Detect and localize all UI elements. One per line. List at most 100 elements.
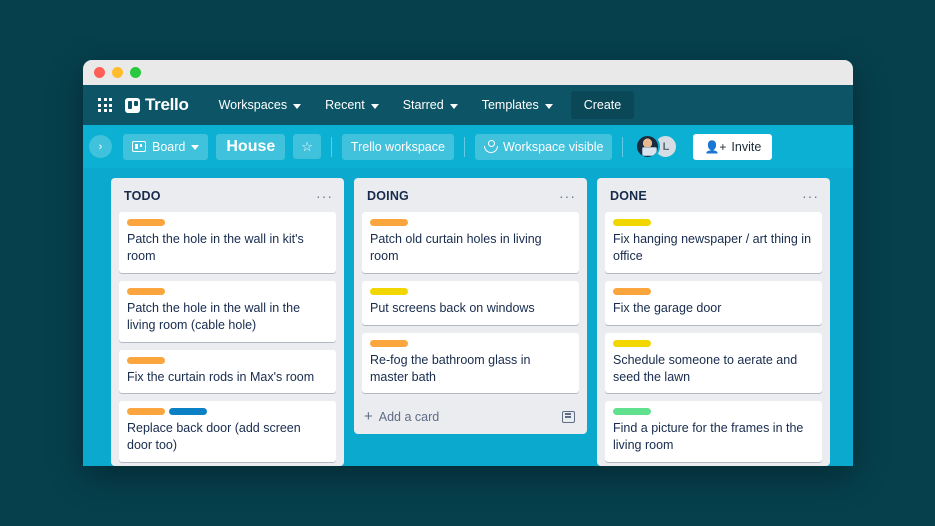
board-view-icon [132,141,146,152]
card-labels [370,287,571,295]
chevron-down-icon [449,103,458,109]
card-labels [370,339,571,347]
card-title: Re-fog the bathroom glass in master bath [370,352,531,384]
create-button[interactable]: Create [570,91,635,119]
trello-wordmark: Trello [145,95,189,114]
star-icon: ☆ [301,139,313,154]
card-label[interactable] [613,339,651,347]
card-title: Patch the hole in the wall in kit's room [127,232,304,263]
card[interactable]: Patch old curtain holes in living room [362,212,579,273]
list-cards[interactable]: Patch the hole in the wall in kit's room… [111,212,344,466]
card-label[interactable] [613,408,651,416]
card[interactable]: Schedule someone to aerate and seed the … [605,332,822,394]
board-view-switcher[interactable]: Board [123,133,209,160]
card-label[interactable] [127,287,165,295]
list-title: DONE [610,189,647,203]
close-window-button[interactable] [94,67,105,78]
sidebar-expand-button[interactable]: › [89,135,112,158]
divider [330,136,332,157]
card[interactable]: Fix hanging newspaper / art thing in off… [605,212,822,273]
board-title[interactable]: House [216,133,286,160]
card-label[interactable] [370,287,408,295]
card-label[interactable] [169,408,207,416]
visibility-label: Workspace visible [502,139,604,154]
card-label[interactable] [127,356,165,364]
card-labels [613,287,814,295]
star-board-button[interactable]: ☆ [293,134,321,159]
nav-item-recent[interactable]: Recent [315,92,389,118]
card-label[interactable] [613,219,651,226]
card-title: Find a picture for the frames in the liv… [613,421,804,453]
list-header: DOING ··· [354,178,587,212]
list-title: DOING [367,189,409,203]
card[interactable]: Find a picture for the frames in the liv… [605,401,822,463]
card-label[interactable] [613,287,651,295]
card[interactable]: Patch the hole in the wall in kit's room [119,212,336,273]
nav-item-label: Templates [481,98,539,112]
card[interactable]: Re-fog the bathroom glass in master bath [362,332,579,394]
add-card-button[interactable]: + Add a card [354,401,587,434]
card-label[interactable] [370,339,408,347]
nav-item-label: Workspaces [218,98,288,112]
trello-logo[interactable]: Trello [125,95,189,115]
nav-item-label: Recent [325,98,365,112]
add-person-icon: 👤+ [704,139,727,154]
card-title: Patch old curtain holes in living room [370,232,542,263]
board-members: L [635,134,679,159]
list-cards[interactable]: Fix hanging newspaper / art thing in off… [597,212,830,466]
chevron-down-icon [544,103,553,109]
card[interactable]: Patch the hole in the wall in the living… [119,280,336,342]
card-labels [127,219,328,226]
list-menu-icon[interactable]: ··· [316,189,333,203]
card-title: Fix the curtain rods in Max's room [127,369,315,384]
card-title: Schedule someone to aerate and seed the … [613,352,798,384]
window-titlebar [83,60,853,85]
list-done: DONE ··· Fix hanging newspaper / art thi… [597,178,830,466]
card[interactable]: Put screens back on windows [362,280,579,325]
plus-icon: + [364,408,373,426]
card-title: Put screens back on windows [370,300,535,315]
invite-button[interactable]: 👤+ Invite [693,133,773,160]
add-card-left: + Add a card [364,409,439,424]
card-labels [613,339,814,347]
list-menu-icon[interactable]: ··· [802,189,819,203]
list-cards[interactable]: Patch old curtain holes in living room P… [354,212,587,401]
list-header: DONE ··· [597,178,830,212]
card[interactable]: Fix the garage door [605,280,822,325]
nav-item-templates[interactable]: Templates [472,92,563,118]
card-label[interactable] [127,219,165,226]
card-labels [370,219,571,226]
maximize-window-button[interactable] [130,67,141,78]
card[interactable]: Fix the curtain rods in Max's room [119,349,336,394]
list-todo: TODO ··· Patch the hole in the wall in k… [111,178,344,466]
list-menu-icon[interactable]: ··· [559,189,576,203]
card-labels [613,219,814,226]
card-labels [127,356,328,364]
board-view-label: Board [152,139,186,154]
invite-label: Invite [731,139,762,154]
list-doing: DOING ··· Patch old curtain holes in liv… [354,178,587,435]
card-template-icon[interactable] [562,410,575,423]
minimize-window-button[interactable] [112,67,123,78]
card-label[interactable] [127,408,165,416]
top-navigation-bar: Trello Workspaces Recent Starred Templat… [83,85,853,125]
card[interactable]: Replace back door (add screen door too) [119,401,336,463]
nav-item-workspaces[interactable]: Workspaces [209,92,312,118]
card-title: Replace back door (add screen door too) [127,421,301,453]
browser-window: Trello Workspaces Recent Starred Templat… [83,60,853,466]
nav-item-starred[interactable]: Starred [393,92,468,118]
card-title: Fix the garage door [613,300,722,315]
board-canvas: TODO ··· Patch the hole in the wall in k… [83,168,853,466]
chevron-down-icon [370,103,379,109]
board-header-bar: › Board House ☆ Trello workspace Workspa… [83,125,853,168]
card-label[interactable] [370,219,408,226]
list-header: TODO ··· [111,178,344,212]
add-card-label: Add a card [378,409,440,424]
board-visibility-button[interactable]: Workspace visible [474,133,613,160]
grid-apps-icon[interactable] [96,96,114,114]
chevron-down-icon [293,103,302,109]
workspace-name-button[interactable]: Trello workspace [341,133,454,160]
card-title: Patch the hole in the wall in the living… [127,300,301,332]
nav-item-label: Starred [402,98,444,112]
chevron-down-icon [191,145,200,150]
